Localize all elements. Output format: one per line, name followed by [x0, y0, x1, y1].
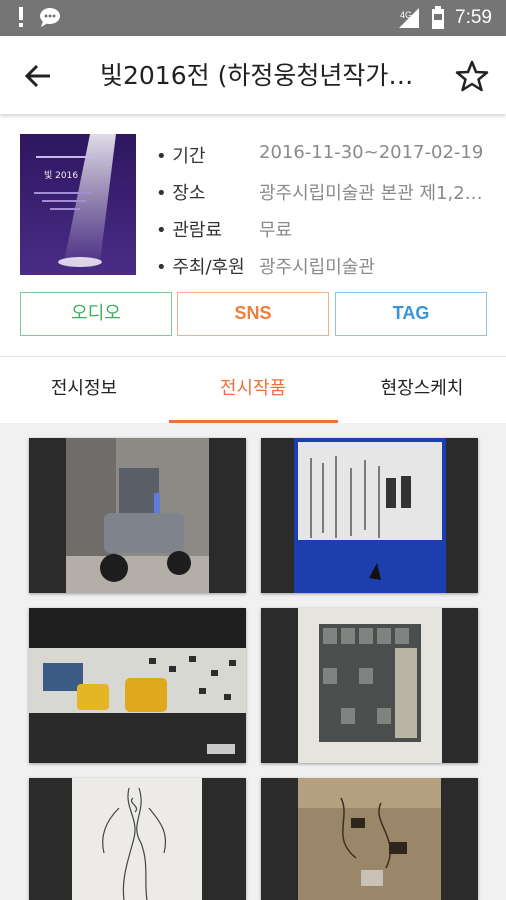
exhibition-poster: 빛 2016	[20, 134, 136, 275]
app-toolbar: 빛2016전 (하정웅청년작가초대전)	[0, 36, 506, 114]
tab-artworks[interactable]: 전시작품	[169, 357, 337, 423]
chat-bubble-icon	[40, 8, 60, 27]
info-key: • 관람료	[156, 220, 223, 241]
info-key: • 주최/후원	[156, 257, 245, 278]
page-title: 빛2016전 (하정웅청년작가초대전)	[100, 61, 420, 90]
svg-text:4G: 4G	[400, 10, 412, 20]
back-button[interactable]	[18, 56, 58, 96]
action-buttons: 오디오 SNS TAG	[20, 292, 488, 336]
alert-icon	[19, 7, 23, 27]
poster-title: 빛 2016	[44, 170, 78, 181]
arrow-back-icon	[24, 64, 50, 88]
favorite-button[interactable]	[452, 56, 492, 96]
info-row-period: • 기간 2016-11-30~2017-02-19	[156, 138, 496, 175]
tab-exhibition-info[interactable]: 전시정보	[0, 357, 168, 423]
tab-bar: 전시정보 전시작품 현장스케치	[0, 357, 506, 423]
signal-4g-icon: 4G	[399, 8, 420, 28]
battery-icon	[432, 6, 445, 29]
star-outline-icon	[455, 60, 489, 92]
info-key: • 장소	[156, 183, 206, 204]
status-right: 4G 7:59	[397, 6, 492, 30]
artwork-thumbnail[interactable]	[29, 778, 246, 900]
artwork-thumbnail[interactable]	[261, 608, 478, 763]
info-value: 2016-11-30~2017-02-19	[259, 142, 484, 163]
status-time: 7:59	[455, 7, 492, 28]
info-value: 무료	[259, 220, 293, 241]
info-value: 광주시립미술관 본관 제1,2전시실	[259, 183, 495, 204]
info-row-venue: • 장소 광주시립미술관 본관 제1,2전시실	[156, 175, 496, 212]
status-left	[16, 6, 62, 28]
artwork-thumbnail[interactable]	[261, 778, 478, 900]
tab-site-sketch[interactable]: 현장스케치	[338, 357, 506, 423]
sns-button[interactable]: SNS	[177, 292, 329, 336]
info-key: • 기간	[156, 146, 206, 167]
info-row-host: • 주최/후원 광주시립미술관	[156, 249, 496, 286]
status-bar: 4G 7:59	[0, 0, 506, 36]
info-row-fee: • 관람료 무료	[156, 212, 496, 249]
artwork-thumbnail[interactable]	[261, 438, 478, 593]
info-value: 광주시립미술관	[259, 257, 375, 278]
artwork-thumbnail[interactable]	[29, 438, 246, 593]
artwork-thumbnail[interactable]	[29, 608, 246, 763]
exhibition-info: • 기간 2016-11-30~2017-02-19 • 장소 광주시립미술관 …	[156, 138, 496, 286]
tag-button[interactable]: TAG	[335, 292, 487, 336]
audio-button[interactable]: 오디오	[20, 292, 172, 336]
